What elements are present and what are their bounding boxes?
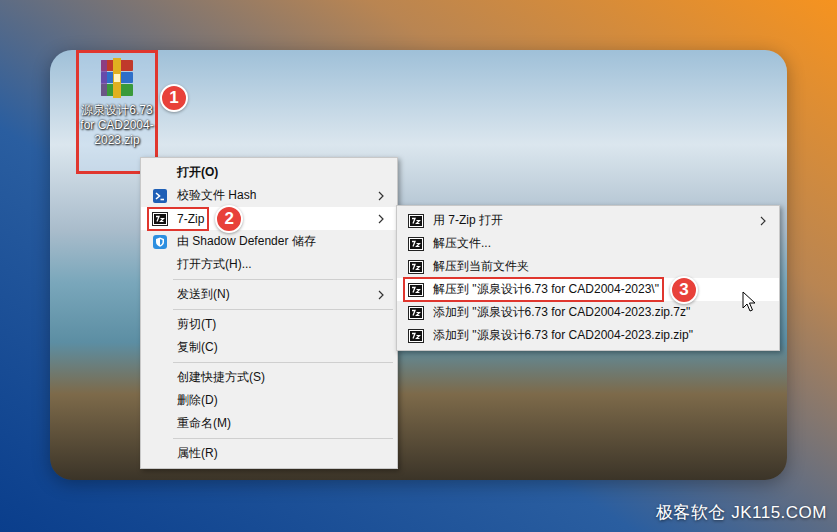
- menu-item-label: 删除(D): [177, 392, 218, 409]
- menu-item-label: 解压文件...: [433, 235, 491, 252]
- menu-item-label: 重命名(M): [177, 415, 231, 432]
- menu-item[interactable]: 解压到当前文件夹: [397, 255, 779, 278]
- menu-item-content: 剪切(T): [147, 312, 221, 337]
- menu-item[interactable]: 添加到 "源泉设计6.73 for CAD2004-2023.zip.7z": [397, 301, 779, 324]
- file-name: 源泉设计6.73 for CAD2004-2023.zip: [79, 103, 155, 148]
- menu-item-label: 发送到(N): [177, 286, 230, 303]
- seven-zip-icon: [408, 236, 424, 252]
- menu-item[interactable]: 创建快捷方式(S): [141, 366, 397, 389]
- menu-item-label: 打开(O): [177, 164, 218, 181]
- menu-item[interactable]: 解压文件...: [397, 232, 779, 255]
- submenu-arrow-icon: [759, 216, 767, 226]
- screen: 源泉设计6.73 for CAD2004-2023.zip1 打开(O) 校验文件 …: [0, 0, 837, 532]
- menu-separator: [141, 306, 397, 313]
- menu-separator: [141, 359, 397, 366]
- menu-separator: [141, 435, 397, 442]
- menu-item-label: 属性(R): [177, 445, 218, 462]
- menu-item[interactable]: 重命名(M): [141, 412, 397, 435]
- menu-item-content: 打开(O): [147, 160, 223, 185]
- menu-item[interactable]: 打开方式(H)...: [141, 253, 397, 276]
- menu-item-content: 解压到当前文件夹: [403, 254, 534, 279]
- menu-item[interactable]: 复制(C): [141, 336, 397, 359]
- watermark: 极客软仓 JK115.COM: [656, 501, 827, 524]
- menu-item[interactable]: 属性(R): [141, 442, 397, 465]
- shield-icon: [152, 234, 168, 250]
- menu-item[interactable]: 剪切(T): [141, 313, 397, 336]
- menu-item-content: 创建快捷方式(S): [147, 365, 270, 390]
- menu-item[interactable]: 校验文件 Hash: [141, 184, 397, 207]
- menu-item[interactable]: 添加到 "源泉设计6.73 for CAD2004-2023.zip.zip": [397, 324, 779, 347]
- submenu-arrow-icon: [377, 191, 385, 201]
- menu-item[interactable]: 打开(O): [141, 161, 397, 184]
- seven-zip-icon: [408, 282, 424, 298]
- mouse-cursor-icon: [742, 291, 756, 313]
- submenu: 用 7-Zip 打开解压文件... 解压到当前文件夹解压到 "源泉设计6.73 f…: [396, 205, 780, 351]
- menu-item-content: 打开方式(H)...: [147, 252, 257, 277]
- menu-item-content: 添加到 "源泉设计6.73 for CAD2004-2023.zip.zip": [403, 323, 698, 348]
- menu-item-content: 删除(D): [147, 388, 223, 413]
- submenu-arrow-icon: [377, 214, 385, 224]
- desktop-file-icon[interactable]: 源泉设计6.73 for CAD2004-2023.zip1: [76, 50, 158, 174]
- menu-item-content: 复制(C): [147, 335, 223, 360]
- menu-item-label: 添加到 "源泉设计6.73 for CAD2004-2023.zip.zip": [433, 327, 693, 344]
- menu-item-label: 用 7-Zip 打开: [433, 212, 503, 229]
- seven-zip-icon: [408, 305, 424, 321]
- menu-item-content: 由 Shadow Defender 储存: [147, 229, 321, 254]
- menu-item-content: 添加到 "源泉设计6.73 for CAD2004-2023.zip.7z": [403, 300, 695, 325]
- step-badge: 3: [670, 276, 698, 304]
- menu-item-content: 校验文件 Hash: [147, 183, 261, 208]
- menu-item[interactable]: 发送到(N): [141, 283, 397, 306]
- seven-zip-icon: [152, 211, 168, 227]
- menu-item-label: 剪切(T): [177, 316, 216, 333]
- menu-item[interactable]: 删除(D): [141, 389, 397, 412]
- menu-item-label: 解压到 "源泉设计6.73 for CAD2004-2023\": [433, 281, 659, 298]
- menu-item-label: 添加到 "源泉设计6.73 for CAD2004-2023.zip.7z": [433, 304, 690, 321]
- menu-separator: [141, 276, 397, 283]
- hash-icon: [152, 188, 168, 204]
- menu-item-content: 解压到 "源泉设计6.73 for CAD2004-2023\"3: [403, 277, 664, 302]
- menu-item-label: 创建快捷方式(S): [177, 369, 265, 386]
- menu-item[interactable]: 解压到 "源泉设计6.73 for CAD2004-2023\" 3: [397, 278, 779, 301]
- seven-zip-icon: [408, 328, 424, 344]
- archive-icon: [95, 56, 139, 100]
- menu-item-label: 打开方式(H)...: [177, 256, 252, 273]
- menu-item-content: 发送到(N): [147, 282, 235, 307]
- seven-zip-icon: [408, 259, 424, 275]
- menu-item-label: 复制(C): [177, 339, 218, 356]
- menu-item-label: 由 Shadow Defender 储存: [177, 233, 316, 250]
- menu-item-content: 解压文件...: [403, 231, 496, 256]
- context-menu: 打开(O) 校验文件 Hash 7-Zip 2由 Shadow Defender 储存…: [140, 157, 398, 469]
- menu-item[interactable]: 7-Zip 2: [141, 207, 397, 230]
- menu-item-content: 用 7-Zip 打开: [403, 208, 508, 233]
- seven-zip-icon: [408, 213, 424, 229]
- menu-item[interactable]: 用 7-Zip 打开: [397, 209, 779, 232]
- menu-item-content: 属性(R): [147, 441, 223, 466]
- menu-item-label: 解压到当前文件夹: [433, 258, 529, 275]
- step-badge: 2: [215, 205, 243, 233]
- menu-item[interactable]: 由 Shadow Defender 储存: [141, 230, 397, 253]
- menu-item-label: 7-Zip: [177, 212, 204, 226]
- menu-item-content: 7-Zip2: [147, 207, 209, 231]
- submenu-arrow-icon: [377, 290, 385, 300]
- menu-item-label: 校验文件 Hash: [177, 187, 256, 204]
- menu-item-content: 重命名(M): [147, 411, 236, 436]
- step-badge: 1: [160, 84, 188, 112]
